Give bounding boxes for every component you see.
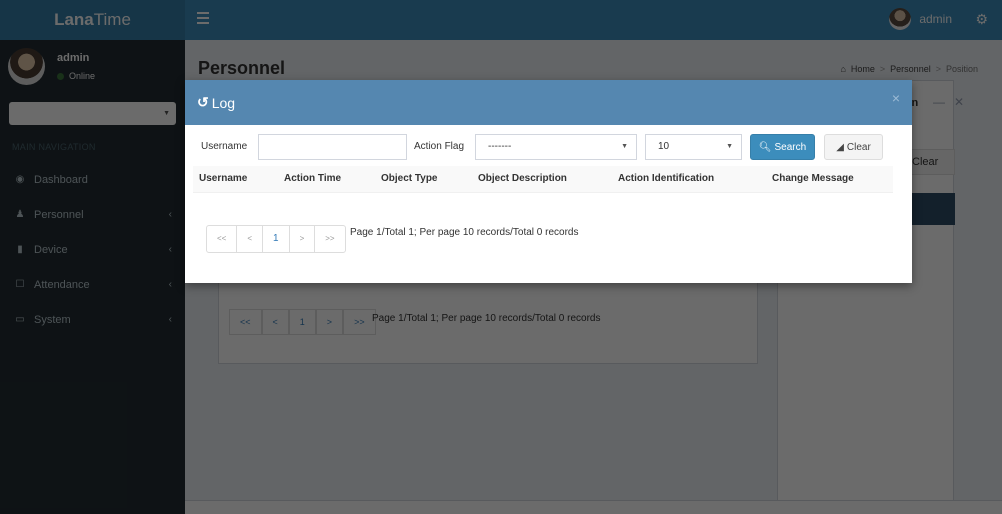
modal-title: Log	[211, 94, 236, 111]
pager-first[interactable]: <<	[207, 226, 238, 252]
username-input[interactable]	[258, 134, 407, 160]
close-icon[interactable]: ×	[892, 90, 900, 106]
action-flag-select[interactable]: ------- ▼	[475, 134, 637, 160]
caret-down-icon: ▼	[621, 143, 628, 150]
page-size-value: 10	[658, 141, 670, 152]
action-flag-label: Action Flag	[414, 141, 465, 152]
column-header-change-message[interactable]: Change Message	[766, 166, 893, 193]
modal-header: ↺ Log ×	[185, 80, 912, 125]
search-button[interactable]: 🔍︎ Search	[750, 134, 815, 160]
pager-next[interactable]: >	[290, 226, 316, 252]
pager-last[interactable]: >>	[315, 226, 344, 252]
history-icon: ↺	[197, 94, 209, 110]
caret-down-icon: ▼	[726, 143, 733, 150]
clear-button[interactable]: ◢ Clear	[824, 134, 883, 160]
pagination: << < 1 > >>	[206, 225, 346, 253]
column-header-object-description[interactable]: Object Description	[472, 166, 612, 193]
column-header-object-type[interactable]: Object Type	[375, 166, 472, 193]
clear-button-label: Clear	[846, 141, 871, 153]
filter-row: Username Action Flag ------- ▼ 10 ▼ 🔍︎ S…	[185, 134, 912, 160]
pager-prev[interactable]: <	[237, 226, 264, 252]
table-header-row: Username Action Time Object Type Object …	[193, 166, 893, 193]
log-modal: ↺ Log × Username Action Flag ------- ▼ 1…	[185, 80, 912, 283]
column-header-action-identification[interactable]: Action Identification	[612, 166, 766, 193]
log-table: Username Action Time Object Type Object …	[193, 166, 893, 193]
username-label: Username	[201, 141, 248, 152]
column-header-action-time[interactable]: Action Time	[278, 166, 375, 193]
column-header-username[interactable]: Username	[193, 166, 278, 193]
eraser-icon: ◢	[836, 141, 844, 153]
pager-summary: Page 1/Total 1; Per page 10 records/Tota…	[350, 227, 579, 238]
action-flag-value: -------	[488, 141, 512, 152]
pager-current[interactable]: 1	[263, 226, 290, 252]
page-size-select[interactable]: 10 ▼	[645, 134, 742, 160]
search-button-label: Search	[774, 141, 807, 153]
search-icon: 🔍︎	[758, 141, 772, 153]
